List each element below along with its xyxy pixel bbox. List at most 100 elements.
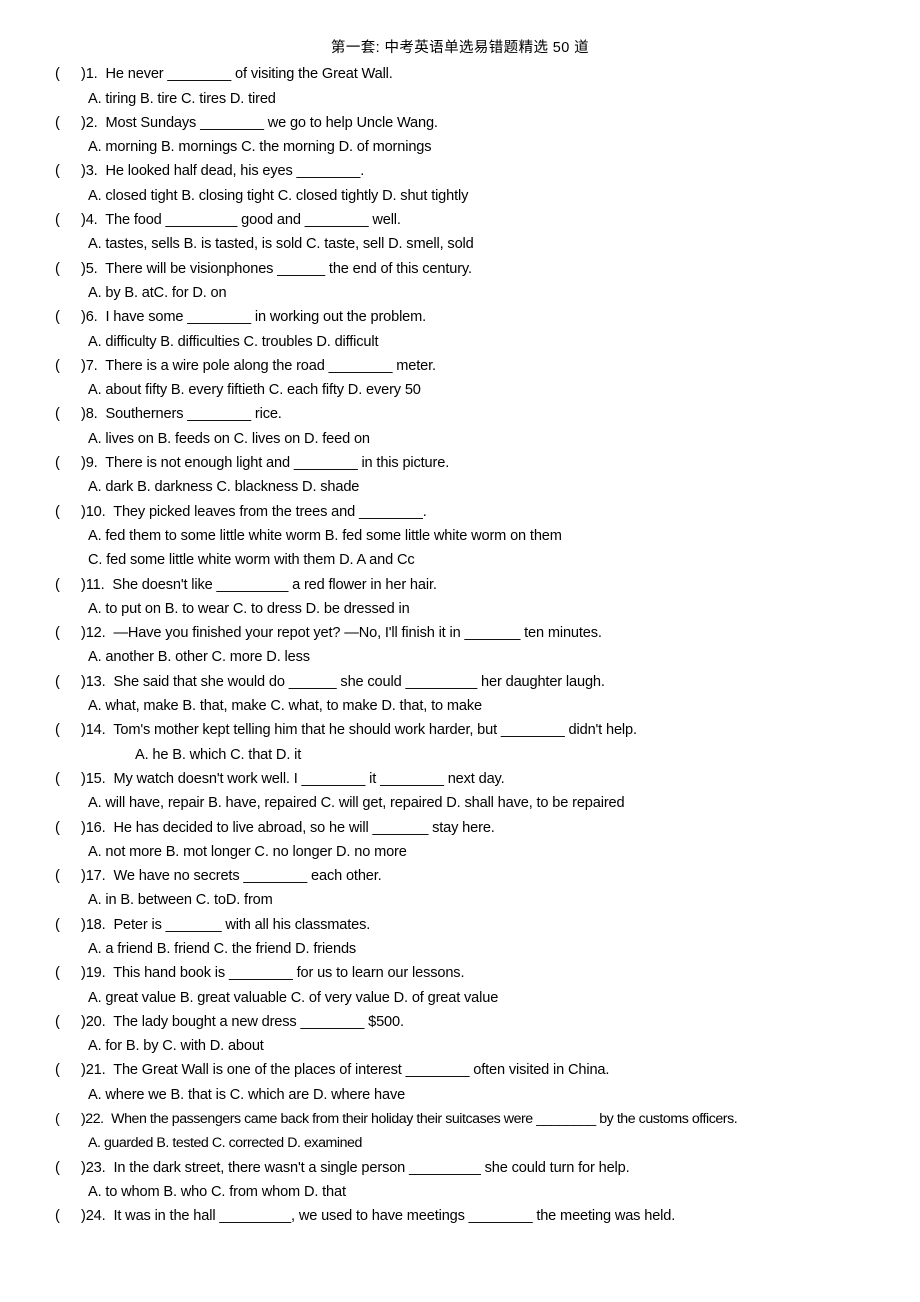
answer-bracket-open[interactable]: ( — [55, 621, 81, 645]
answer-bracket-open[interactable]: ( — [55, 257, 81, 281]
question-number: 14. — [85, 722, 106, 739]
question-stem-line: ()1. He never ________ of visiting the G… — [0, 62, 920, 86]
answer-bracket-open[interactable]: ( — [55, 913, 81, 937]
question-options-line[interactable]: A. guarded B. tested C. corrected D. exa… — [0, 1131, 920, 1155]
question-number: 17. — [85, 868, 106, 885]
question-options-line[interactable]: A. another B. other C. more D. less — [0, 645, 920, 669]
question-number: 13. — [85, 673, 106, 690]
question-block: ()10. They picked leaves from the trees … — [0, 500, 920, 573]
question-options-line[interactable]: A. lives on B. feeds on C. lives on D. f… — [0, 427, 920, 451]
question-options-line[interactable]: A. to put on B. to wear C. to dress D. b… — [0, 597, 920, 621]
question-block: ()11. She doesn't like _________ a red f… — [0, 573, 920, 622]
question-text: The lady bought a new dress ________ $50… — [109, 1013, 404, 1030]
page-title: 第一套: 中考英语单选易错题精选 50 道 — [330, 40, 590, 56]
question-text: The Great Wall is one of the places of i… — [109, 1062, 610, 1079]
question-options-line[interactable]: A. to whom B. who C. from whom D. that — [0, 1180, 920, 1204]
question-text: They picked leaves from the trees and __… — [109, 503, 427, 520]
question-block: ()22. When the passengers came back from… — [0, 1107, 920, 1156]
question-stem-line: ()6. I have some ________ in working out… — [0, 305, 920, 329]
answer-bracket-open[interactable]: ( — [55, 111, 81, 135]
question-options-line[interactable]: A. about fifty B. every fiftieth C. each… — [0, 378, 920, 402]
question-options-line[interactable]: A. in B. between C. toD. from — [0, 888, 920, 912]
question-number: 21. — [85, 1062, 106, 1079]
question-number: 3. — [85, 163, 98, 180]
question-text: It was in the hall _________, we used to… — [109, 1208, 676, 1225]
question-stem-line: ()4. The food _________ good and _______… — [0, 208, 920, 232]
question-block: ()15. My watch doesn't work well. I ____… — [0, 767, 920, 816]
question-stem-line: ()13. She said that she would do ______ … — [0, 670, 920, 694]
question-text: He never ________ of visiting the Great … — [101, 66, 393, 83]
answer-bracket-open[interactable]: ( — [55, 208, 81, 232]
answer-bracket-open[interactable]: ( — [55, 1156, 81, 1180]
question-block: ()18. Peter is _______ with all his clas… — [0, 913, 920, 962]
question-options-line[interactable]: A. by B. atC. for D. on — [0, 281, 920, 305]
question-block: ()23. In the dark street, there wasn't a… — [0, 1156, 920, 1205]
question-options-line[interactable]: A. what, make B. that, make C. what, to … — [0, 694, 920, 718]
question-options-line[interactable]: A. morning B. mornings C. the morning D.… — [0, 135, 920, 159]
question-text: There will be visionphones ______ the en… — [101, 260, 472, 277]
question-options-line[interactable]: A. closed tight B. closing tight C. clos… — [0, 184, 920, 208]
answer-bracket-open[interactable]: ( — [55, 573, 81, 597]
question-stem-line: ()15. My watch doesn't work well. I ____… — [0, 767, 920, 791]
answer-bracket-open[interactable]: ( — [55, 718, 81, 742]
question-number: 22. — [85, 1111, 104, 1128]
question-text: Southerners ________ rice. — [101, 406, 282, 423]
answer-bracket-open[interactable]: ( — [55, 961, 81, 985]
question-number: 2. — [85, 114, 98, 131]
question-options-line[interactable]: A. will have, repair B. have, repaired C… — [0, 791, 920, 815]
question-options-line[interactable]: A. he B. which C. that D. it — [0, 743, 920, 767]
question-options-line[interactable]: A. tiring B. tire C. tires D. tired — [0, 87, 920, 111]
answer-bracket-open[interactable]: ( — [55, 864, 81, 888]
answer-bracket-open[interactable]: ( — [55, 1204, 81, 1228]
question-stem-line: ()22. When the passengers came back from… — [0, 1107, 920, 1131]
question-options-line[interactable]: A. fed them to some little white worm B.… — [0, 524, 920, 548]
question-options-line[interactable]: A. not more B. mot longer C. no longer D… — [0, 840, 920, 864]
question-options-line[interactable]: A. where we B. that is C. which are D. w… — [0, 1083, 920, 1107]
question-stem-line: ()23. In the dark street, there wasn't a… — [0, 1156, 920, 1180]
answer-bracket-open[interactable]: ( — [55, 1107, 81, 1131]
question-text: There is a wire pole along the road ____… — [101, 357, 436, 374]
question-stem-line: ()24. It was in the hall _________, we u… — [0, 1204, 920, 1228]
question-stem-line: ()17. We have no secrets ________ each o… — [0, 864, 920, 888]
question-stem-line: ()11. She doesn't like _________ a red f… — [0, 573, 920, 597]
question-options-line[interactable]: C. fed some little white worm with them … — [0, 548, 920, 572]
answer-bracket-open[interactable]: ( — [55, 451, 81, 475]
question-number: 9. — [85, 455, 98, 472]
answer-bracket-open[interactable]: ( — [55, 670, 81, 694]
answer-bracket-open[interactable]: ( — [55, 402, 81, 426]
question-number: 7. — [85, 357, 98, 374]
question-options-line[interactable]: A. for B. by C. with D. about — [0, 1034, 920, 1058]
answer-bracket-open[interactable]: ( — [55, 816, 81, 840]
question-options-line[interactable]: A. great value B. great valuable C. of v… — [0, 986, 920, 1010]
question-stem-line: ()5. There will be visionphones ______ t… — [0, 257, 920, 281]
answer-bracket-open[interactable]: ( — [55, 767, 81, 791]
document-page: 第一套: 中考英语单选易错题精选 50 道 ()1. He never ____… — [0, 0, 920, 1302]
question-block: ()7. There is a wire pole along the road… — [0, 354, 920, 403]
question-stem-line: ()14. Tom's mother kept telling him that… — [0, 718, 920, 742]
answer-bracket-open[interactable]: ( — [55, 500, 81, 524]
question-stem-line: ()21. The Great Wall is one of the place… — [0, 1058, 920, 1082]
question-number: 18. — [85, 916, 106, 933]
question-text: Most Sundays ________ we go to help Uncl… — [101, 114, 438, 131]
answer-bracket-open[interactable]: ( — [55, 1010, 81, 1034]
question-text: There is not enough light and ________ i… — [101, 455, 450, 472]
question-stem-line: ()9. There is not enough light and _____… — [0, 451, 920, 475]
question-stem-line: ()8. Southerners ________ rice. — [0, 402, 920, 426]
question-options-line[interactable]: A. dark B. darkness C. blackness D. shad… — [0, 475, 920, 499]
question-number: 15. — [85, 770, 106, 787]
question-number: 16. — [85, 819, 106, 836]
question-options-line[interactable]: A. tastes, sells B. is tasted, is sold C… — [0, 232, 920, 256]
question-stem-line: ()16. He has decided to live abroad, so … — [0, 816, 920, 840]
question-text: —Have you finished your repot yet? —No, … — [109, 625, 602, 642]
answer-bracket-open[interactable]: ( — [55, 1058, 81, 1082]
answer-bracket-open[interactable]: ( — [55, 354, 81, 378]
question-block: ()24. It was in the hall _________, we u… — [0, 1204, 920, 1228]
answer-bracket-open[interactable]: ( — [55, 159, 81, 183]
question-number: 20. — [85, 1013, 106, 1030]
answer-bracket-open[interactable]: ( — [55, 305, 81, 329]
question-options-line[interactable]: A. a friend B. friend C. the friend D. f… — [0, 937, 920, 961]
answer-bracket-open[interactable]: ( — [55, 62, 81, 86]
question-block: ()16. He has decided to live abroad, so … — [0, 816, 920, 865]
question-block: ()17. We have no secrets ________ each o… — [0, 864, 920, 913]
question-options-line[interactable]: A. difficulty B. difficulties C. trouble… — [0, 330, 920, 354]
